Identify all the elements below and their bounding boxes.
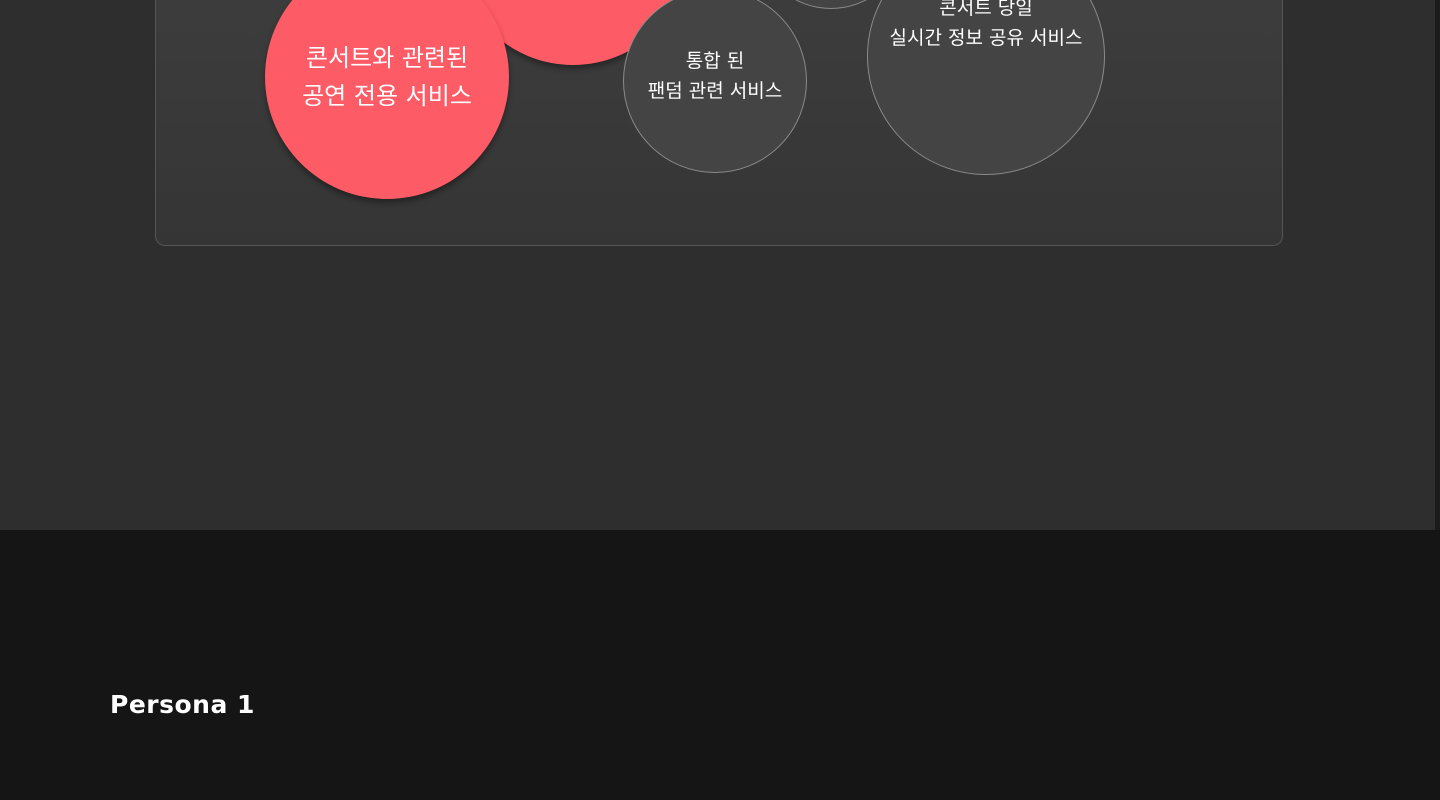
service-bubble-label: 콘서트 당일 실시간 정보 공유 서비스 [889, 0, 1083, 49]
service-bubble-label: 통합 된 팬덤 관련 서비스 [647, 50, 783, 102]
service-bubble-realtime-info: 콘서트 당일 실시간 정보 공유 서비스 [867, 0, 1105, 175]
persona-title: Persona 1 [110, 690, 255, 719]
service-bubble-panel: 콘서트와 관련된 공연 전용 서비스 통합 된 팬덤 관련 서비스 콘서트 당일… [155, 0, 1283, 246]
edge-strip [1435, 0, 1440, 530]
service-bubble-fandom: 통합 된 팬덤 관련 서비스 [623, 0, 807, 173]
service-bubble-label: 콘서트와 관련된 공연 전용 서비스 [302, 44, 472, 110]
service-bubble-concert-performance: 콘서트와 관련된 공연 전용 서비스 [265, 0, 509, 199]
service-section: 콘서트와 관련된 공연 전용 서비스 통합 된 팬덤 관련 서비스 콘서트 당일… [0, 0, 1435, 530]
